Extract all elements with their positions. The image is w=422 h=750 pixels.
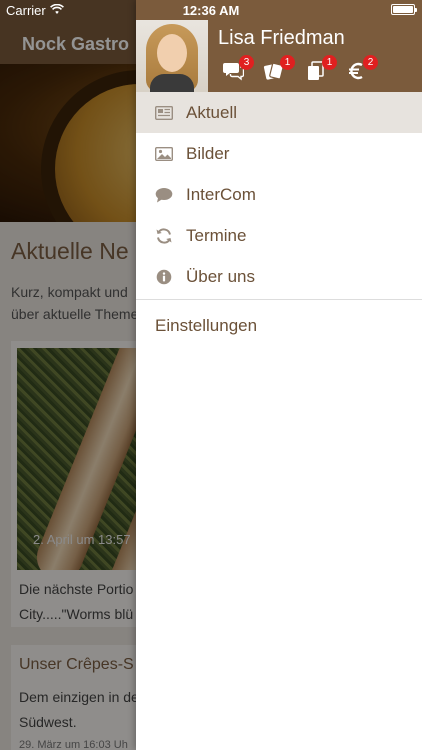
menu-label: Über uns — [186, 267, 255, 286]
battery-icon — [391, 4, 417, 15]
side-drawer: Lisa Friedman 3 1 1 2 Aktuell Bilder Int… — [136, 0, 422, 750]
menu-label: Termine — [186, 226, 247, 245]
documents-icon[interactable]: 1 — [305, 55, 337, 81]
info-icon — [155, 269, 173, 285]
chat-badge: 3 — [239, 55, 254, 70]
status-bar: Carrier 12:36 AM — [0, 0, 422, 20]
cards-badge: 1 — [280, 55, 295, 70]
speech-bubble-icon — [155, 187, 173, 203]
menu-item-intercom[interactable]: InterCom — [136, 174, 422, 215]
euro-badge: 2 — [363, 55, 378, 70]
euro-icon[interactable]: 2 — [346, 55, 378, 81]
menu-item-bilder[interactable]: Bilder — [136, 133, 422, 174]
menu-label: Bilder — [186, 144, 230, 163]
chat-icon[interactable]: 3 — [222, 55, 254, 81]
menu-item-aktuell[interactable]: Aktuell — [136, 92, 422, 133]
menu-item-termine[interactable]: Termine — [136, 215, 422, 256]
newspaper-icon — [155, 105, 173, 121]
drawer-menu: Aktuell Bilder InterCom Termine Über uns — [136, 92, 422, 348]
settings-label: Einstellungen — [155, 316, 258, 335]
status-time: 12:36 AM — [182, 3, 240, 18]
avatar-body — [150, 74, 194, 92]
documents-badge: 1 — [322, 55, 337, 70]
avatar[interactable] — [136, 20, 208, 92]
image-icon — [155, 146, 173, 162]
menu-label: Aktuell — [186, 103, 238, 122]
avatar-face — [157, 34, 187, 72]
cards-icon[interactable]: 1 — [263, 55, 295, 81]
menu-label: InterCom — [186, 185, 256, 204]
refresh-icon — [155, 228, 173, 244]
menu-item-einstellungen[interactable]: Einstellungen — [136, 300, 422, 348]
user-name: Lisa Friedman — [218, 27, 345, 49]
menu-item-ueber-uns[interactable]: Über uns — [136, 256, 422, 297]
